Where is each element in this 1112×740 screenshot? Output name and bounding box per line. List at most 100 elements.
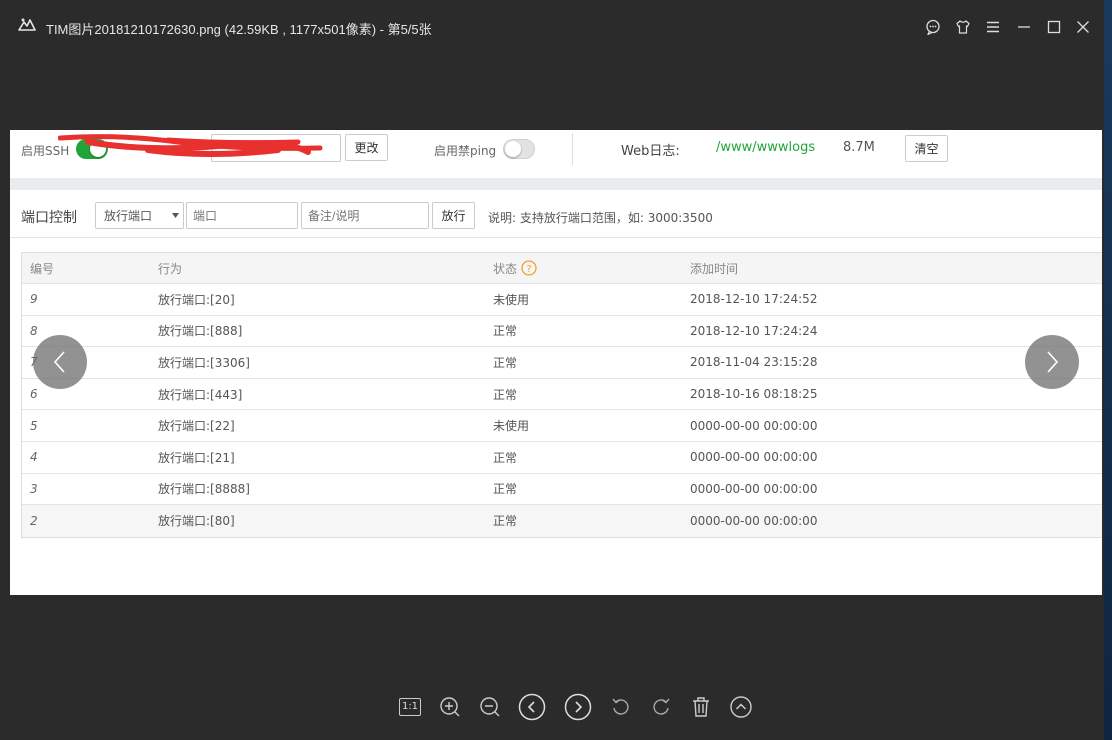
action-select[interactable]: 放行端口 [95,202,184,229]
image-viewer-window: TIM图片20181210172630.png (42.59KB , 1177x… [0,0,1104,740]
minimize-icon[interactable] [1013,16,1035,38]
header-action: 行为 [158,261,183,276]
row-time: 2018-12-10 17:24:24 [690,323,818,338]
table-row: 6 放行端口:[443] 正常 2018-10-16 08:18:25 [22,379,1102,411]
row-status: 正常 [493,387,518,402]
row-id: 6 [30,387,38,402]
row-status: 正常 [493,324,518,339]
row-action: 放行端口:[888] [158,324,243,339]
help-icon[interactable]: ? [521,260,537,276]
port-input[interactable] [186,202,298,229]
window-title: TIM图片20181210172630.png (42.59KB , 1177x… [46,22,432,37]
rotate-right-icon [653,698,670,715]
expand-button[interactable] [727,693,755,721]
feedback-icon[interactable] [922,16,944,38]
actual-size-icon: 1:1 [398,698,422,716]
action-select-value: 放行端口 [104,209,153,223]
row-id: 4 [30,450,38,465]
skin-icon[interactable] [952,16,974,38]
row-time: 2018-12-10 17:24:52 [690,292,818,307]
row-time: 0000-00-00 00:00:00 [690,418,818,433]
row-status: 正常 [493,482,518,497]
row-time: 2018-10-16 08:18:25 [690,387,818,402]
row-action: 放行端口:[80] [158,514,235,529]
row-status: 正常 [493,514,518,529]
row-action: 放行端口:[443] [158,387,243,402]
row-id: 5 [30,418,38,433]
next-icon [564,693,592,721]
actual-size-button[interactable]: 1:1 [396,693,424,721]
row-status: 未使用 [493,419,530,434]
row-id: 8 [30,323,38,338]
weblog-path-link[interactable]: /www/wwwlogs [716,140,815,155]
change-port-button[interactable]: 更改 [345,134,388,161]
next-button[interactable] [564,693,592,721]
weblog-size: 8.7M [843,140,875,155]
vertical-divider [572,133,573,165]
desktop-background [1104,0,1112,740]
row-status: 未使用 [493,292,530,307]
row-action: 放行端口:[21] [158,450,235,465]
menu-icon[interactable] [982,16,1004,38]
next-image-button[interactable] [1025,335,1079,389]
zoom-out-button[interactable] [476,693,504,721]
title-bar: TIM图片20181210172630.png (42.59KB , 1177x… [0,0,1104,56]
row-time: 0000-00-00 00:00:00 [690,450,818,465]
section-divider [10,178,1102,190]
table-row: 7放行端口:[3306]正常2018-11-04 23:15:28 [22,347,1102,379]
rotate-right-button[interactable] [647,693,675,721]
row-id: 2 [30,513,38,528]
chevron-left-icon [53,351,65,373]
row-status: 正常 [493,355,518,370]
table-header: 编号 行为 状态 ? 添加时间 [22,253,1102,284]
header-id: 编号 [30,261,55,276]
zoom-out-icon [480,697,500,717]
delete-button[interactable] [687,693,715,721]
port-hint: 说明: 支持放行端口范围，如: 3000:3500 [488,211,713,225]
svg-text:?: ? [526,264,531,275]
row-time: 0000-00-00 00:00:00 [690,513,818,528]
chevron-right-icon [1047,351,1059,373]
row-time: 2018-11-04 23:15:28 [690,355,818,370]
chevron-down-icon [172,213,179,218]
previous-icon [518,693,546,721]
rotate-left-button[interactable] [607,693,635,721]
table-row: 9 放行端口:[20] 未使用 2018-12-10 17:24:52 [22,284,1102,316]
expand-icon [730,696,752,718]
displayed-image: 启用SSH 更改 启用禁ping Web日志: /www/wwwlogs 8.7… [10,130,1102,595]
row-action: 放行端口:[20] [158,292,235,307]
close-icon[interactable] [1072,16,1094,38]
row-id: 9 [30,292,38,307]
weblog-label: Web日志: [621,144,680,159]
ping-toggle[interactable] [503,139,535,159]
clear-logs-button[interactable]: 清空 [905,135,948,162]
row-action: 放行端口:[22] [158,419,235,434]
divider [10,237,1102,238]
zoom-in-icon [440,697,460,717]
row-status: 正常 [493,450,518,465]
table-row: 8 放行端口:[888] 正常 2018-12-10 17:24:24 [22,316,1102,348]
header-status-label: 状态 [493,261,518,276]
rotate-left-icon [612,698,629,715]
header-time: 添加时间 [690,261,739,276]
app-logo-icon [18,18,36,31]
header-status: 状态 ? [493,253,537,283]
table-body: 9 放行端口:[20] 未使用 2018-12-10 17:24:52 8 放行端口:[8… [22,284,1102,537]
port-section-title: 端口控制 [21,210,77,226]
allow-port-button[interactable]: 放行 [432,202,475,229]
zoom-in-button[interactable] [436,693,464,721]
row-id: 3 [30,481,38,496]
maximize-icon[interactable] [1043,16,1065,38]
table-row: 5 放行端口:[22] 未使用 0000-00-00 00:00:00 [22,410,1102,442]
row-action: 放行端口:[8888] [158,482,250,497]
note-input[interactable] [301,202,429,229]
delete-icon [693,697,709,717]
row-action: 放行端口:[3306] [158,355,250,370]
table-row: 3 放行端口:[8888] 正常 0000-00-00 00:00:00 [22,474,1102,506]
previous-image-button[interactable] [33,335,87,389]
table-row: 2 放行端口:[80] 正常 0000-00-00 00:00:00 [22,505,1102,537]
port-rules-table: 编号 行为 状态 ? 添加时间 9 放行端口:[20] 未使用 2018-12-10 … [21,252,1102,538]
previous-button[interactable] [518,693,546,721]
redaction-scribble [58,134,323,157]
ping-label: 启用禁ping [434,144,497,158]
